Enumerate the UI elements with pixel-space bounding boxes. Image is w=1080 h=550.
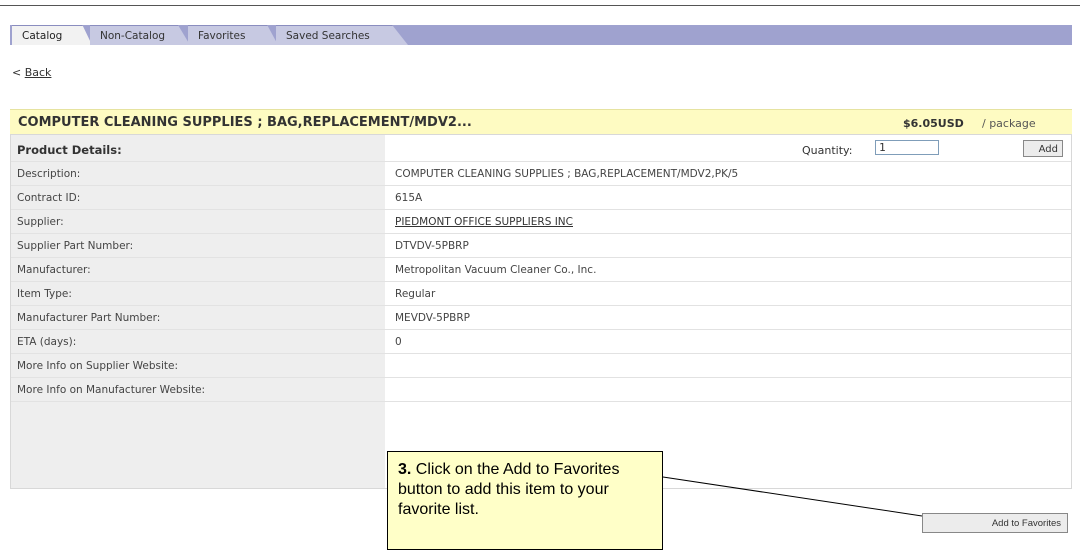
back-chevron-icon: <: [12, 66, 22, 79]
add-to-favorites-button[interactable]: Add to Favorites: [922, 513, 1068, 533]
row-divider: [11, 377, 1071, 378]
contract-id-label: Contract ID:: [17, 192, 81, 204]
tab-saved-searches[interactable]: Saved Searches: [276, 25, 408, 45]
back-link[interactable]: Back: [25, 66, 52, 79]
details-header: Product Details:: [17, 143, 122, 157]
row-divider: [11, 257, 1071, 258]
row-divider: [11, 185, 1071, 186]
callout-text: Click on the Add to Favorites button to …: [398, 461, 620, 518]
contract-id-value: 615A: [395, 192, 423, 204]
product-unit: / package: [982, 117, 1036, 130]
manufacturer-website-label: More Info on Manufacturer Website:: [17, 384, 206, 396]
tab-non-catalog-label: Non-Catalog: [100, 30, 166, 42]
row-divider: [11, 353, 1071, 354]
top-divider: [0, 5, 1080, 6]
quantity-label: Quantity:: [802, 144, 853, 157]
supplier-link[interactable]: PIEDMONT OFFICE SUPPLIERS INC: [395, 216, 573, 228]
row-divider: [11, 281, 1071, 282]
product-title: COMPUTER CLEANING SUPPLIES ; BAG,REPLACE…: [18, 115, 472, 130]
description-label: Description:: [17, 168, 81, 180]
row-divider: [11, 401, 1071, 402]
supplier-label: Supplier:: [17, 216, 64, 228]
tab-non-catalog[interactable]: Non-Catalog: [90, 25, 190, 45]
product-details-table: Product Details: Quantity: Add Descripti…: [10, 134, 1072, 489]
quantity-input[interactable]: [875, 140, 939, 155]
row-divider: [11, 305, 1071, 306]
instruction-callout: 3. Click on the Add to Favorites button …: [387, 451, 663, 550]
manufacturer-part-number-value: MEVDV-5PBRP: [395, 312, 470, 324]
tab-catalog[interactable]: Catalog: [12, 25, 92, 45]
row-divider: [11, 233, 1071, 234]
callout-step-number: 3.: [398, 461, 412, 478]
tab-catalog-label: Catalog: [22, 30, 63, 42]
manufacturer-part-number-label: Manufacturer Part Number:: [17, 312, 161, 324]
item-type-value: Regular: [395, 288, 436, 300]
manufacturer-value: Metropolitan Vacuum Cleaner Co., Inc.: [395, 264, 597, 276]
tab-favorites-label: Favorites: [198, 30, 246, 42]
row-divider: [11, 161, 1071, 162]
eta-label: ETA (days):: [17, 336, 77, 348]
add-to-cart-button[interactable]: Add: [1023, 140, 1063, 157]
tab-bar: Catalog Non-Catalog Favorites Saved Sear…: [10, 25, 1072, 45]
back-link-row: < Back: [12, 66, 51, 79]
supplier-part-number-label: Supplier Part Number:: [17, 240, 134, 252]
eta-value: 0: [395, 336, 402, 348]
supplier-website-label: More Info on Supplier Website:: [17, 360, 178, 372]
item-type-label: Item Type:: [17, 288, 72, 300]
product-title-bar: COMPUTER CLEANING SUPPLIES ; BAG,REPLACE…: [10, 109, 1072, 136]
manufacturer-label: Manufacturer:: [17, 264, 91, 276]
product-price: $6.05USD: [903, 117, 964, 130]
row-divider: [11, 209, 1071, 210]
supplier-part-number-value: DTVDV-5PBRP: [395, 240, 469, 252]
description-value: COMPUTER CLEANING SUPPLIES ; BAG,REPLACE…: [395, 168, 739, 180]
tab-favorites[interactable]: Favorites: [188, 25, 278, 45]
row-divider: [11, 329, 1071, 330]
tab-saved-searches-label: Saved Searches: [286, 30, 370, 42]
